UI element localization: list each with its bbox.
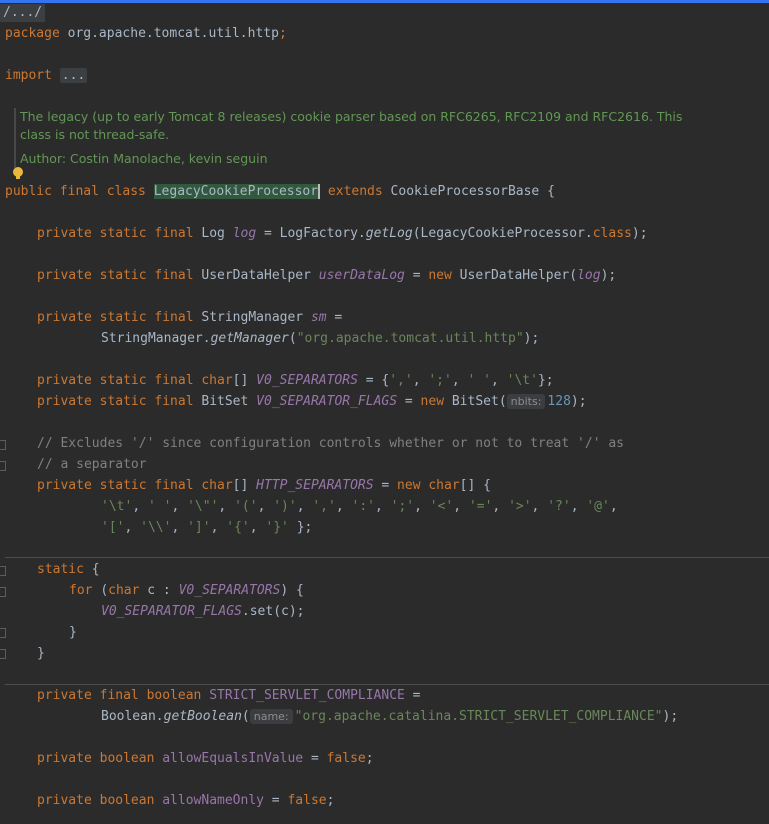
method-separator (5, 684, 769, 685)
code-line-strict: private final boolean STRICT_SERVLET_COM… (37, 688, 421, 703)
import-line: import ... (5, 67, 88, 85)
code-line-close-static: } (37, 646, 45, 661)
code-line-log: private static final Log log = LogFactor… (37, 226, 648, 241)
breadcrumb[interactable]: /.../ (0, 4, 46, 22)
fold-marker-icon[interactable] (0, 566, 6, 576)
code-line-userdatalog: private static final UserDataHelper user… (37, 268, 617, 283)
javadoc-block: The legacy (up to early Tomcat 8 release… (14, 108, 720, 168)
code-line-close-for: } (69, 625, 77, 640)
class-declaration-line: public final class LegacyCookieProcessor… (5, 184, 555, 199)
fold-marker-icon[interactable] (0, 649, 6, 659)
code-line-v0-flags: private static final BitSet V0_SEPARATOR… (37, 394, 587, 409)
fold-marker-icon[interactable] (0, 628, 6, 638)
param-hint-name: name: (249, 709, 293, 724)
fold-marker-icon[interactable] (0, 461, 6, 471)
code-line-strict-cont: Boolean.getBoolean(name: "org.apache.cata… (101, 709, 679, 724)
javadoc-line-2: class is not thread-safe. (20, 127, 170, 142)
import-keyword: import (5, 68, 52, 83)
code-line-sm: private static final StringManager sm = (37, 310, 343, 325)
javadoc-author: Author: Costin Manolache, kevin seguin (20, 151, 268, 166)
code-line-allow-equals: private boolean allowEqualsInValue = fal… (37, 751, 374, 766)
fold-marker-icon[interactable] (0, 440, 6, 450)
class-name-highlight[interactable]: LegacyCookieProcessor (153, 184, 321, 199)
code-line-http-separators-1: '\t', ' ', '\"', '(', ')', ',', ':', ';'… (101, 499, 618, 514)
fold-marker-icon[interactable] (0, 587, 6, 597)
lightbulb-icon[interactable] (13, 167, 23, 179)
comment-line-2: // a separator (37, 457, 147, 472)
base-class-name[interactable]: CookieProcessorBase (391, 184, 540, 199)
code-line-http-separators: private static final char[] HTTP_SEPARAT… (37, 478, 491, 493)
package-line: package org.apache.tomcat.util.http; (5, 26, 287, 41)
code-line-for: for (char c : V0_SEPARATORS) { (69, 583, 304, 598)
code-line-static: static { (37, 562, 100, 577)
code-line-http-separators-2: '[', '\\', ']', '{', '}' }; (101, 520, 313, 535)
code-line-v0-separators: private static final char[] V0_SEPARATOR… (37, 373, 554, 388)
package-keyword: package (5, 26, 60, 41)
package-name: org.apache.tomcat.util.http (67, 26, 279, 41)
window-top-accent (0, 0, 769, 3)
param-hint-nbits: nbits: (506, 394, 546, 409)
javadoc-line-1: The legacy (up to early Tomcat 8 release… (20, 109, 683, 124)
method-separator (5, 557, 769, 558)
code-line-sm-cont: StringManager.getManager("org.apache.tom… (101, 331, 540, 346)
code-line-allow-name-only: private boolean allowNameOnly = false; (37, 793, 335, 808)
comment-line-1: // Excludes '/' since configuration cont… (37, 436, 624, 451)
import-fold-button[interactable]: ... (59, 68, 88, 83)
code-line-set: V0_SEPARATOR_FLAGS.set(c); (101, 604, 305, 619)
